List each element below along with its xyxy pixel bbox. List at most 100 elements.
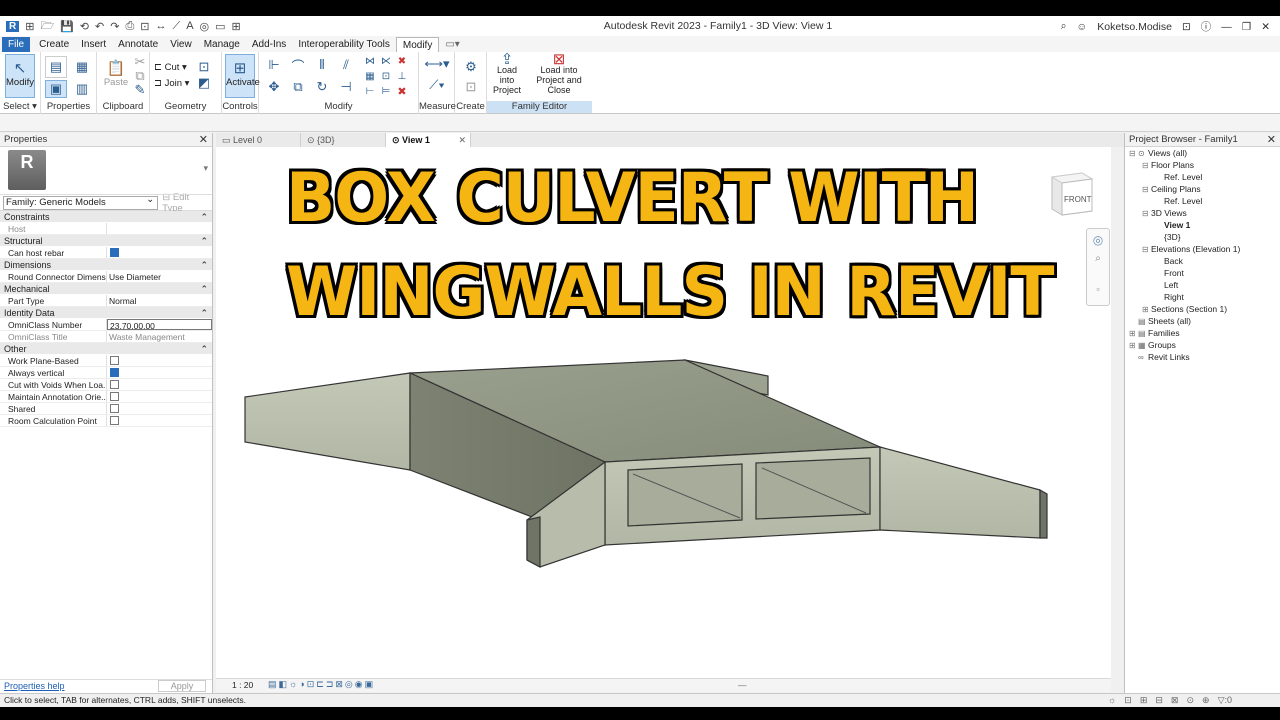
property-value[interactable]: [107, 415, 212, 426]
quick-access-icon[interactable]: ⊞: [25, 20, 34, 33]
minimize-button[interactable]: —: [1221, 21, 1232, 33]
family-dropdown[interactable]: Family: Generic Models: [3, 194, 159, 210]
properties-icon[interactable]: ▣: [45, 80, 67, 98]
quick-access-icon[interactable]: R: [6, 20, 20, 32]
nav-options-icon[interactable]: ▫: [1087, 284, 1109, 294]
quick-access-icon[interactable]: ⎙: [125, 20, 134, 33]
trim-icon[interactable]: ⊣: [335, 76, 357, 98]
close-icon[interactable]: ✕: [199, 133, 208, 146]
cut-small-icon[interactable]: ✂: [133, 54, 147, 69]
align-icon[interactable]: ⊩: [263, 54, 285, 76]
split-icon[interactable]: ⋈: [363, 54, 377, 68]
browser-node[interactable]: ∞ Revit Links: [1125, 351, 1280, 363]
collapse-icon[interactable]: ⌃: [200, 307, 208, 319]
type-properties-icon[interactable]: ▤: [45, 56, 67, 78]
browser-node[interactable]: Left: [1125, 279, 1280, 291]
array-icon[interactable]: ▦: [363, 69, 377, 83]
offset-icon[interactable]: ⌒: [287, 54, 309, 76]
drawing-area[interactable]: BOX CULVERT WITH WINGWALLS IN REVIT FRON…: [216, 147, 1111, 692]
view-tab[interactable]: ⊙ View 1 ✕: [386, 133, 471, 147]
property-value[interactable]: Normal: [107, 295, 212, 306]
tab-modify[interactable]: Modify: [395, 37, 440, 52]
collapse-icon[interactable]: ⌃: [200, 259, 208, 271]
split-gap-icon[interactable]: ⋉: [379, 54, 393, 68]
modify-button[interactable]: ↖ Modify: [5, 54, 35, 98]
quick-access-icon[interactable]: ⊞: [232, 20, 241, 33]
design-options-icon[interactable]: ⊡: [1124, 694, 1132, 707]
quick-access-icon[interactable]: ⟲: [80, 20, 89, 33]
select-links-icon[interactable]: ⊞: [1140, 694, 1148, 707]
property-checkbox[interactable]: [110, 380, 119, 389]
property-value[interactable]: Use Diameter: [107, 271, 212, 282]
geometry-tool-icon[interactable]: ⊡: [196, 59, 212, 74]
collapse-icon[interactable]: ⌃: [200, 211, 208, 223]
move-icon[interactable]: ✥: [263, 76, 285, 98]
tab-file[interactable]: File: [2, 37, 31, 52]
property-value[interactable]: [107, 247, 212, 258]
collapse-icon[interactable]: ⌃: [200, 343, 208, 355]
drag-icon[interactable]: ⊕: [1202, 694, 1210, 707]
paint-icon[interactable]: ◩: [196, 75, 212, 90]
select-underlay-icon[interactable]: ⊟: [1155, 694, 1163, 707]
property-category[interactable]: Constraints ⌃: [0, 211, 212, 223]
sun-path-icon[interactable]: ☼: [289, 679, 297, 690]
property-value[interactable]: [107, 355, 212, 366]
property-checkbox[interactable]: [110, 248, 119, 257]
select-pinned-icon[interactable]: ⊠: [1171, 694, 1179, 707]
property-category[interactable]: Identity Data ⌃: [0, 307, 212, 319]
user-name[interactable]: Koketso.Modise: [1097, 21, 1172, 33]
browser-node[interactable]: Right: [1125, 291, 1280, 303]
tab-view[interactable]: View: [164, 37, 198, 52]
quick-access-icon[interactable]: 🗁: [40, 17, 54, 36]
view-cube[interactable]: FRONT: [1048, 169, 1094, 219]
tab-insert[interactable]: Insert: [75, 37, 112, 52]
browser-node[interactable]: ⊞ ▤ Families: [1125, 327, 1280, 339]
browser-node[interactable]: ⊟ Ceiling Plans: [1125, 183, 1280, 195]
join-button[interactable]: ⊐ Join ▾: [154, 78, 189, 89]
paste-button[interactable]: 📋 Paste: [101, 54, 131, 98]
load-into-project-button[interactable]: ⇪ Load into Project: [489, 52, 525, 100]
create-similar-icon[interactable]: ⊡: [459, 78, 483, 96]
quick-access-icon[interactable]: ⊡: [140, 20, 149, 33]
quick-access-icon[interactable]: ↷: [110, 20, 119, 33]
property-category[interactable]: Dimensions ⌃: [0, 259, 212, 271]
restore-button[interactable]: ❐: [1242, 21, 1251, 33]
browser-node[interactable]: ⊟ 3D Views: [1125, 207, 1280, 219]
analysis-icon[interactable]: ▣: [365, 679, 374, 690]
property-value[interactable]: [107, 403, 212, 414]
close-icon[interactable]: ✕: [458, 133, 466, 147]
select-by-face-icon[interactable]: ⊙: [1186, 694, 1194, 707]
property-category[interactable]: Mechanical ⌃: [0, 283, 212, 295]
tab-manage[interactable]: Manage: [198, 37, 246, 52]
view-tab[interactable]: ⊙ {3D}: [301, 133, 386, 147]
temp-hide-icon[interactable]: ◎: [345, 679, 353, 690]
property-value[interactable]: [107, 367, 212, 378]
cart-icon[interactable]: ⊡: [1182, 21, 1191, 33]
property-checkbox[interactable]: [110, 404, 119, 413]
render-icon[interactable]: ⊡: [307, 679, 315, 690]
load-and-close-button[interactable]: ⊠ Load into Project and Close: [527, 52, 591, 100]
view-tab[interactable]: ▭ Level 0: [216, 133, 301, 147]
measure-icon[interactable]: ⟷▾: [423, 56, 451, 72]
quick-access-icon[interactable]: ↔: [155, 20, 166, 32]
browser-node[interactable]: {3D}: [1125, 231, 1280, 243]
quick-access-icon[interactable]: 💾: [60, 20, 74, 33]
property-checkbox[interactable]: [110, 416, 119, 425]
match-icon[interactable]: ✎: [133, 82, 147, 97]
navigation-bar[interactable]: ◎ ⌕ ▫: [1086, 228, 1110, 306]
property-value[interactable]: [107, 391, 212, 402]
view-scale[interactable]: 1 : 20: [232, 680, 253, 690]
family-category-icon[interactable]: ▥: [71, 80, 93, 98]
visual-style-icon[interactable]: ◧: [279, 679, 288, 690]
quick-access-icon[interactable]: ◎: [200, 20, 210, 33]
steering-wheel-icon[interactable]: ◎: [1087, 233, 1109, 247]
delete-icon[interactable]: ✖: [395, 84, 409, 98]
filter-icon[interactable]: ▽:0: [1218, 694, 1232, 707]
property-checkbox[interactable]: [110, 392, 119, 401]
scale-icon[interactable]: ⊡: [379, 69, 393, 83]
rotate-icon[interactable]: ↻: [311, 76, 333, 98]
tab-add-ins[interactable]: Add-Ins: [246, 37, 292, 52]
family-types-icon[interactable]: ▦: [71, 56, 93, 78]
copy-element-icon[interactable]: ⧉: [287, 76, 309, 98]
cut-button[interactable]: ⊏ Cut ▾: [154, 62, 187, 73]
